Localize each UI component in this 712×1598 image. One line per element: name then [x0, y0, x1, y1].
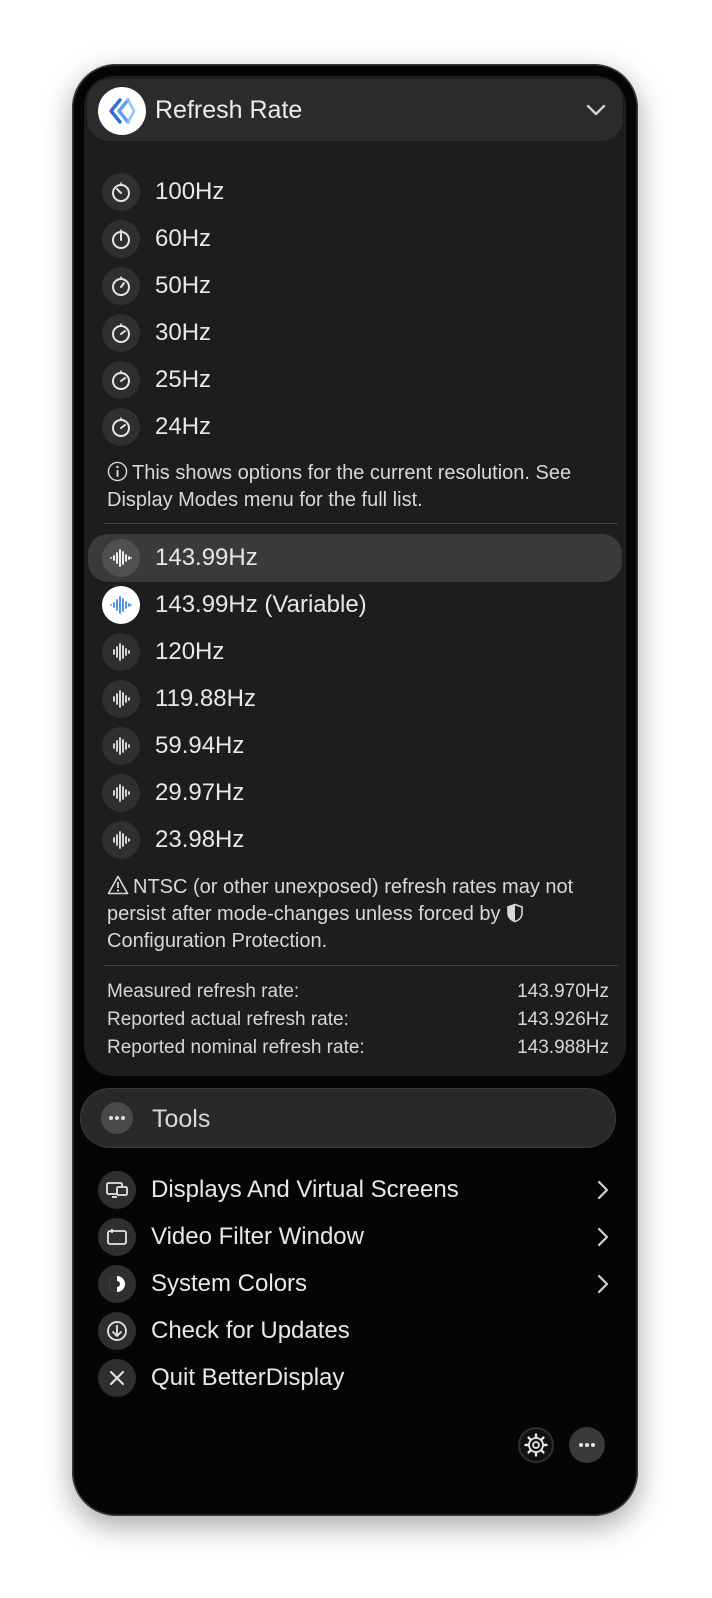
more-button[interactable] — [569, 1427, 605, 1463]
download-icon — [98, 1312, 136, 1350]
chevron-right-icon — [596, 1179, 610, 1206]
rate-item-50hz[interactable]: 50Hz — [102, 262, 622, 310]
divider — [104, 523, 618, 524]
rate-item-24hz[interactable]: 24Hz — [102, 403, 622, 451]
menu-item-label: System Colors — [151, 1270, 308, 1297]
tools-label: Tools — [152, 1105, 211, 1133]
info-note: This shows options for the current resol… — [107, 460, 622, 514]
timer-icon — [102, 267, 140, 305]
warning-note: NTSC (or other unexposed) refresh rates … — [107, 874, 622, 955]
menu-item-label: Displays And Virtual Screens — [151, 1176, 459, 1203]
rate-label: 59.94Hz — [155, 732, 245, 759]
stat-value: 143.988Hz — [517, 1037, 609, 1058]
chevron-right-icon — [596, 1273, 610, 1300]
menu-item-displays[interactable]: Displays And Virtual Screens — [98, 1166, 624, 1214]
rate-item-119-88hz[interactable]: 119.88Hz — [102, 675, 622, 723]
menu-item-quit[interactable]: Quit BetterDisplay — [98, 1354, 624, 1402]
waveform-icon — [102, 680, 140, 718]
chevron-down-icon[interactable] — [585, 99, 607, 126]
refresh-stats: Measured refresh rate: 143.970Hz Reported… — [107, 978, 609, 1062]
timer-icon — [102, 314, 140, 352]
stat-value: 143.970Hz — [517, 981, 609, 1002]
menu-item-label: Quit BetterDisplay — [151, 1364, 345, 1391]
rate-item-25hz[interactable]: 25Hz — [102, 356, 622, 404]
rate-label: 25Hz — [155, 366, 212, 393]
rate-label: 120Hz — [155, 638, 225, 665]
waveform-icon — [102, 586, 140, 624]
rate-item-143-99hz[interactable]: 143.99Hz — [88, 534, 622, 582]
rate-item-120hz[interactable]: 120Hz — [102, 628, 622, 676]
info-note-text: This shows options for the current resol… — [107, 462, 572, 511]
color-icon — [98, 1265, 136, 1303]
rate-label: 100Hz — [155, 178, 225, 205]
rate-label: 143.99Hz — [155, 544, 258, 571]
rate-item-60hz[interactable]: 60Hz — [102, 215, 622, 263]
refresh-rate-section: Refresh Rate 100Hz 60Hz 50Hz 30Hz 25Hz 2… — [84, 76, 626, 1076]
rate-label: 60Hz — [155, 225, 212, 252]
settings-button[interactable] — [518, 1427, 554, 1463]
betterdisplay-logo-icon — [98, 87, 146, 135]
menu-item-label: Video Filter Window — [151, 1223, 364, 1250]
rate-label: 50Hz — [155, 272, 212, 299]
warning-icon — [107, 875, 129, 895]
waveform-icon — [102, 774, 140, 812]
stat-label: Reported actual refresh rate: — [107, 1009, 349, 1030]
timer-icon — [102, 220, 140, 258]
rate-item-29-97hz[interactable]: 29.97Hz — [102, 769, 622, 817]
menu-item-label: Check for Updates — [151, 1317, 350, 1344]
waveform-icon — [102, 821, 140, 859]
stat-row: Reported nominal refresh rate: 143.988Hz — [107, 1034, 609, 1062]
ellipsis-icon — [579, 1443, 595, 1447]
stat-value: 143.926Hz — [517, 1009, 609, 1030]
rate-label: 119.88Hz — [155, 685, 256, 712]
stat-label: Measured refresh rate: — [107, 981, 300, 1002]
gear-icon — [524, 1433, 548, 1457]
menu-panel: Refresh Rate 100Hz 60Hz 50Hz 30Hz 25Hz 2… — [72, 64, 638, 1516]
rate-label: 30Hz — [155, 319, 212, 346]
tools-header[interactable]: Tools — [80, 1088, 616, 1148]
chevron-right-icon — [596, 1226, 610, 1253]
stat-row: Measured refresh rate: 143.970Hz — [107, 978, 609, 1006]
divider — [104, 965, 618, 966]
displays-icon — [98, 1171, 136, 1209]
timer-icon — [102, 173, 140, 211]
rate-item-30hz[interactable]: 30Hz — [102, 309, 622, 357]
rate-item-143-99hz-variable[interactable]: 143.99Hz (Variable) — [102, 581, 622, 629]
rate-item-100hz[interactable]: 100Hz — [102, 168, 622, 216]
rate-label: 29.97Hz — [155, 779, 245, 806]
close-icon — [98, 1359, 136, 1397]
timer-icon — [102, 408, 140, 446]
warning-note-text: NTSC (or other unexposed) refresh rates … — [107, 876, 574, 925]
waveform-icon — [102, 727, 140, 765]
rate-label: 24Hz — [155, 413, 212, 440]
ellipsis-icon — [101, 1102, 133, 1134]
rate-item-59-94hz[interactable]: 59.94Hz — [102, 722, 622, 770]
rate-label: 143.99Hz (Variable) — [155, 591, 367, 618]
stat-row: Reported actual refresh rate: 143.926Hz — [107, 1006, 609, 1034]
waveform-icon — [102, 539, 140, 577]
waveform-icon — [102, 633, 140, 671]
refresh-rate-header[interactable]: Refresh Rate — [87, 79, 623, 141]
shield-icon — [507, 903, 523, 923]
info-icon — [107, 461, 128, 482]
window-icon — [98, 1218, 136, 1256]
warning-note-text-b: Configuration Protection. — [107, 930, 328, 952]
menu-item-check-updates[interactable]: Check for Updates — [98, 1307, 624, 1355]
rate-item-23-98hz[interactable]: 23.98Hz — [102, 816, 622, 864]
timer-icon — [102, 361, 140, 399]
menu-item-video-filter[interactable]: Video Filter Window — [98, 1213, 624, 1261]
stat-label: Reported nominal refresh rate: — [107, 1037, 365, 1058]
header-title: Refresh Rate — [155, 96, 303, 124]
menu-item-system-colors[interactable]: System Colors — [98, 1260, 624, 1308]
rate-label: 23.98Hz — [155, 826, 245, 853]
